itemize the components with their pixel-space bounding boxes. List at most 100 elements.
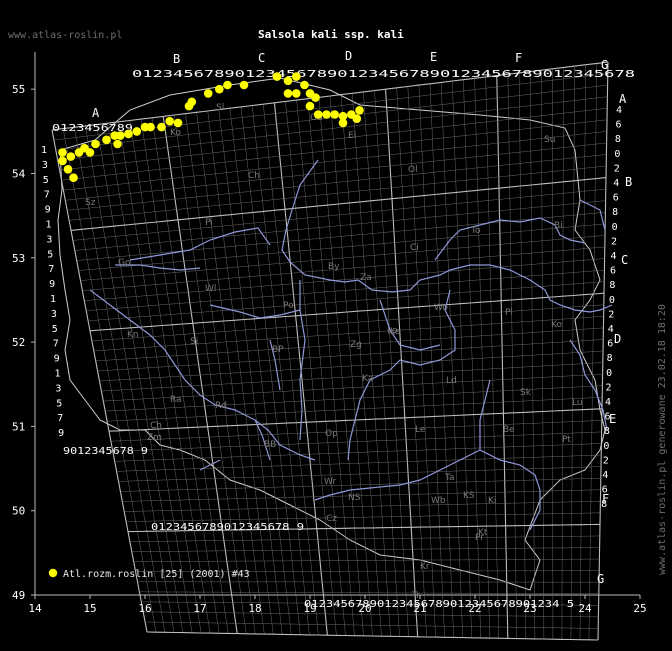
grid-digit-right: 4 bbox=[608, 324, 614, 335]
region-label: Ld bbox=[446, 376, 457, 386]
occurrence-point bbox=[322, 110, 331, 119]
grid-digit-left: 9 bbox=[49, 279, 55, 290]
region-label: KS bbox=[463, 491, 475, 501]
grid-digits-bottom-left: 9012345678 9 bbox=[63, 446, 148, 457]
region-label: Ki bbox=[488, 496, 496, 506]
grid-letter-top: F bbox=[515, 51, 522, 65]
grid-digit-right: 8 bbox=[612, 207, 618, 218]
grid-digit-right: 2 bbox=[614, 163, 620, 174]
region-label: Sl bbox=[216, 103, 224, 113]
region-label: Pt bbox=[562, 435, 571, 445]
region-label: Kn bbox=[127, 330, 139, 340]
region-label: Zm bbox=[147, 433, 162, 443]
region-label: Bi bbox=[554, 221, 563, 231]
grid-digit-left: 3 bbox=[46, 234, 52, 245]
grid-digit-left: 1 bbox=[55, 369, 61, 380]
grid-digit-right: 8 bbox=[601, 499, 607, 510]
map-title: Salsola kali ssp. kali bbox=[258, 28, 404, 41]
grid-digit-left: 5 bbox=[47, 249, 53, 260]
x-tick-label: 24 bbox=[578, 602, 592, 615]
region-label: To bbox=[470, 226, 481, 236]
occurrence-point bbox=[272, 72, 282, 81]
y-tick-label: 52 bbox=[12, 336, 25, 349]
region-label: Le bbox=[415, 425, 426, 435]
occurrence-point bbox=[313, 110, 323, 119]
grid-digit-right: 8 bbox=[609, 280, 615, 291]
grid-letter-right: B bbox=[625, 175, 632, 189]
occurrence-point bbox=[69, 173, 78, 182]
occurrence-point bbox=[187, 97, 197, 107]
y-tick-label: 53 bbox=[12, 252, 25, 265]
grid-digit-right: 4 bbox=[616, 105, 622, 116]
region-label: Sz bbox=[85, 198, 96, 208]
grid-digit-left: 3 bbox=[42, 160, 48, 171]
grid-digit-left: 7 bbox=[53, 339, 59, 350]
grid-digits-bottom-mid: 0123456789012345678 9 bbox=[151, 522, 304, 533]
x-tick-label: 16 bbox=[138, 602, 151, 615]
grid-letter-top: C bbox=[258, 51, 265, 65]
occurrence-point bbox=[173, 118, 183, 128]
grid-digit-right: 6 bbox=[613, 193, 619, 204]
region-label: Lu bbox=[572, 398, 583, 408]
x-tick-label: 23 bbox=[523, 602, 536, 615]
x-tick-label: 21 bbox=[413, 602, 426, 615]
y-tick-label: 54 bbox=[12, 168, 26, 181]
grid-digit-right: 2 bbox=[603, 455, 609, 466]
occurrence-point bbox=[223, 80, 232, 90]
x-tick-label: 20 bbox=[358, 602, 371, 615]
region-label: Pl bbox=[505, 308, 513, 318]
occurrence-point bbox=[66, 152, 76, 161]
region-label: Wb bbox=[431, 496, 446, 506]
grid-digit-left: 7 bbox=[44, 190, 50, 201]
legend-label: Atl.rozm.roslin [25] (2001) #43 bbox=[63, 569, 250, 580]
grid-digit-right: 4 bbox=[613, 178, 619, 189]
x-tick-label: 22 bbox=[468, 602, 481, 615]
grid-letter-top: B bbox=[173, 52, 180, 66]
region-label: Za bbox=[360, 273, 372, 283]
region-label: Si bbox=[190, 337, 198, 347]
region-label: Kr bbox=[420, 562, 430, 572]
distribution-map: www.atlas-roslin.pl Salsola kali ssp. ka… bbox=[8, 28, 668, 641]
region-label: Ra bbox=[170, 395, 182, 405]
occurrence-point bbox=[292, 72, 301, 81]
occurrence-point bbox=[283, 76, 293, 86]
grid-letter-top: E bbox=[430, 50, 437, 64]
grid-digit-left: 9 bbox=[45, 205, 51, 216]
region-label: BB bbox=[264, 440, 276, 450]
site-url: www.atlas-roslin.pl bbox=[8, 30, 122, 41]
grid-letter-right: D bbox=[614, 332, 621, 346]
occurrence-point bbox=[157, 122, 166, 132]
grid-digit-right: 6 bbox=[604, 412, 610, 423]
x-tick-label: 25 bbox=[633, 602, 646, 615]
y-tick-label: 55 bbox=[12, 83, 25, 96]
x-tick-label: 15 bbox=[83, 602, 96, 615]
grid-digit-right: 6 bbox=[602, 485, 608, 496]
grid-digit-right: 2 bbox=[608, 309, 614, 320]
region-label: By bbox=[328, 262, 340, 272]
region-label: Le bbox=[390, 327, 401, 337]
grid-digit-right: 6 bbox=[607, 339, 613, 350]
grid-digit-right: 8 bbox=[615, 134, 621, 145]
grid-digits-top: 0123456789012345678901234567890123456789… bbox=[132, 69, 635, 80]
grid-digit-right: 0 bbox=[612, 222, 618, 233]
grid-digit-left: 9 bbox=[54, 354, 60, 365]
x-tick-label: 19 bbox=[303, 602, 316, 615]
region-label: Ch bbox=[248, 171, 260, 181]
generated-note: www.atlas-roslin.pl generowane 23.02.18 … bbox=[657, 304, 668, 575]
x-tick-label: 14 bbox=[28, 602, 42, 615]
region-label: El bbox=[348, 131, 356, 141]
y-tick-label: 50 bbox=[12, 505, 25, 518]
occurrence-point bbox=[239, 80, 249, 90]
occurrence-point bbox=[58, 156, 67, 166]
legend: Atl.rozm.roslin [25] (2001) #43 bbox=[48, 568, 250, 580]
region-label: Su bbox=[544, 135, 555, 145]
occurrence-point bbox=[330, 110, 340, 119]
grid-digit-right: 8 bbox=[607, 353, 613, 364]
y-tick-label: 51 bbox=[12, 420, 25, 433]
occurrence-point bbox=[132, 127, 142, 136]
x-tick-label: 17 bbox=[193, 602, 206, 615]
region-label: Ta bbox=[444, 473, 455, 483]
grid-digit-left: 1 bbox=[46, 220, 52, 231]
grid-digit-left: 5 bbox=[43, 175, 49, 186]
grid-digit-right: 6 bbox=[615, 120, 621, 131]
